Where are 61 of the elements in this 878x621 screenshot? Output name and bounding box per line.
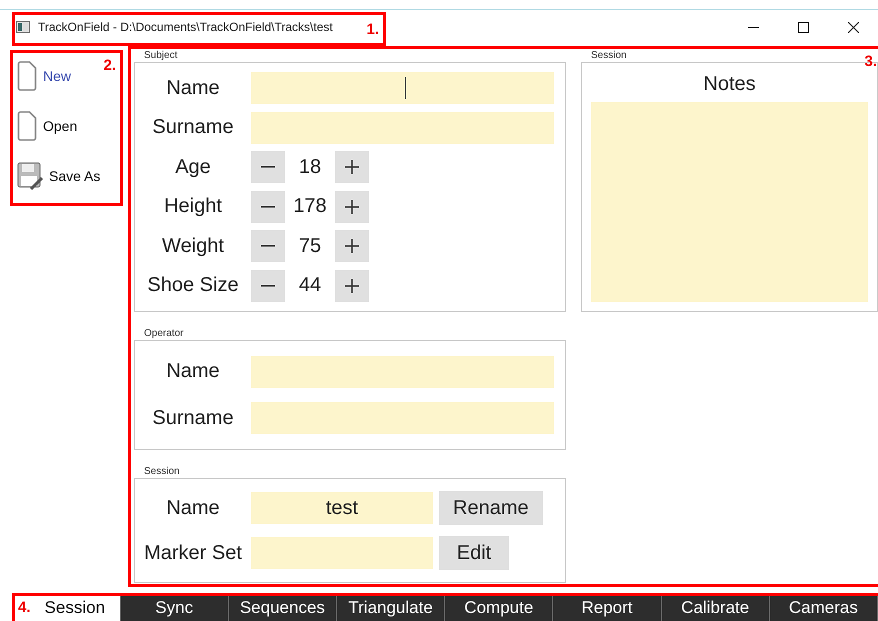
annotation-label: 4.	[18, 599, 31, 616]
decrement-button[interactable]	[251, 151, 285, 184]
tab[interactable]: Sync	[120, 594, 229, 621]
annotation-label: 3.	[864, 53, 877, 70]
group-title: Session	[143, 465, 180, 478]
field-label: Height	[163, 195, 223, 218]
tab[interactable]: Cameras	[770, 594, 878, 621]
group-title: Subject	[143, 49, 178, 62]
increment-button[interactable]	[335, 230, 369, 262]
plus-icon	[345, 278, 359, 293]
field-label: Surname	[151, 116, 235, 140]
minimize-icon	[748, 26, 758, 28]
minus-icon	[261, 284, 275, 287]
document-icon	[17, 61, 37, 91]
tab[interactable]: Calibrate	[662, 594, 770, 621]
sidebar-item[interactable]: Open	[17, 108, 78, 144]
plus-icon	[345, 160, 359, 174]
input-field[interactable]: test	[251, 492, 433, 524]
decrement-button[interactable]	[251, 230, 285, 262]
sidebar-item[interactable]: Save As	[17, 158, 100, 194]
close-icon	[848, 22, 858, 32]
sidebar-item[interactable]: New	[17, 58, 72, 94]
plus-icon	[345, 239, 359, 254]
tab[interactable]: Compute	[445, 594, 554, 621]
field-label: Age	[174, 156, 212, 179]
input-field[interactable]	[251, 72, 554, 104]
input-field[interactable]	[251, 112, 554, 144]
input-field[interactable]	[251, 537, 433, 569]
increment-button[interactable]	[335, 270, 369, 302]
decrement-button[interactable]	[251, 270, 285, 302]
field-label: Name	[165, 496, 221, 520]
annotation-label: 1.	[366, 21, 379, 38]
field-label: Marker Set	[143, 542, 243, 564]
window-title: TrackOnField - D:\Documents\TrackOnField\Tracks\test	[38, 20, 333, 34]
maximize-icon	[798, 22, 808, 32]
tab[interactable]: Triangulate	[336, 594, 446, 621]
field-label: Name	[165, 76, 221, 100]
annotation-label: 2.	[103, 57, 116, 74]
minus-icon	[261, 245, 275, 248]
plus-icon	[345, 200, 359, 214]
field-label: Surname	[151, 406, 235, 430]
input-field[interactable]	[251, 402, 554, 434]
group-title: Operator	[143, 327, 184, 340]
tab[interactable]: Sequences	[228, 594, 337, 621]
input-field[interactable]	[251, 356, 554, 388]
increment-button[interactable]	[335, 190, 369, 223]
increment-button[interactable]	[335, 151, 369, 184]
group-title: Session	[590, 49, 627, 62]
action-button[interactable]: Rename	[439, 491, 543, 525]
minus-icon	[261, 166, 275, 168]
notes-heading: Notes	[703, 73, 756, 96]
app-icon	[16, 21, 30, 33]
field-label: Weight	[161, 234, 225, 258]
minus-icon	[261, 206, 275, 208]
action-button[interactable]: Edit	[439, 536, 509, 570]
document-icon	[17, 111, 37, 141]
field-label: Shoe Size	[146, 274, 240, 298]
field-label: Name	[165, 360, 221, 384]
decrement-button[interactable]	[251, 190, 285, 223]
notes-field[interactable]	[591, 102, 868, 302]
tab[interactable]: Report	[553, 594, 662, 621]
